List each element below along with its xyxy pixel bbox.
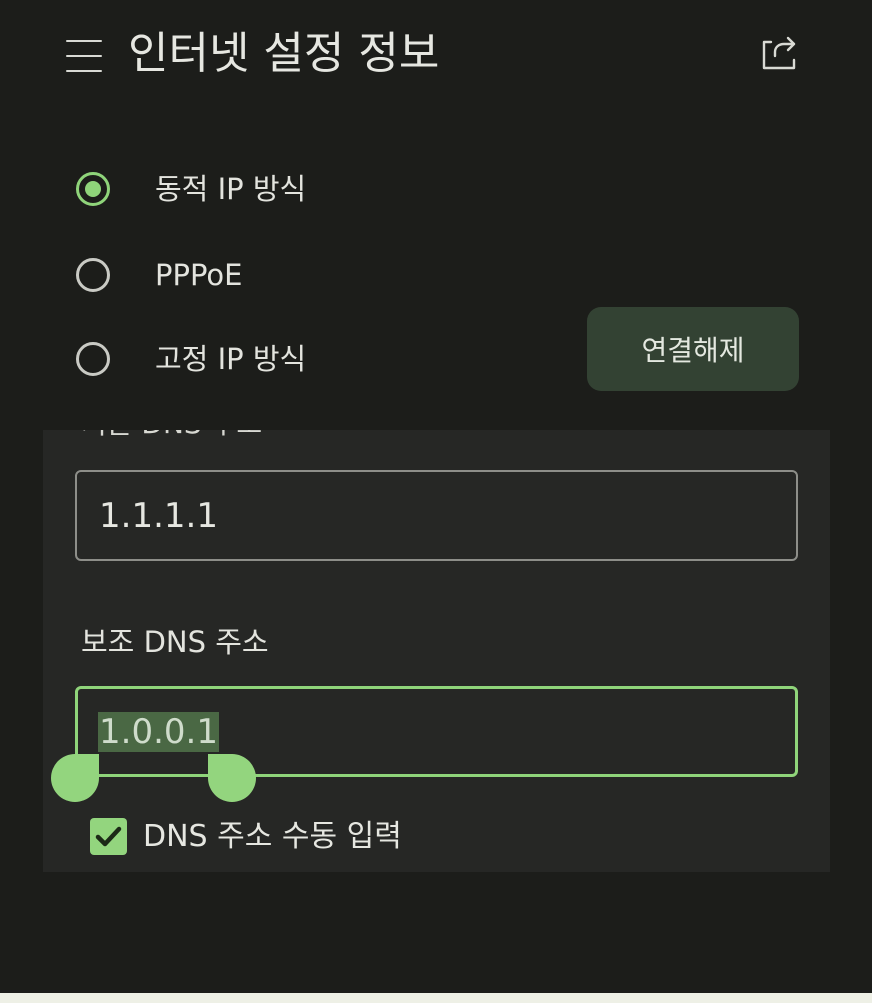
- checkmark-icon: [95, 826, 122, 847]
- disconnect-button[interactable]: 연결해제: [587, 307, 799, 391]
- radio-button[interactable]: [76, 258, 110, 292]
- radio-button[interactable]: [76, 342, 110, 376]
- radio-dynamic-ip[interactable]: 동적 IP 방식: [0, 162, 580, 222]
- radio-label: 고정 IP 방식: [155, 342, 307, 376]
- radio-pppoe[interactable]: PPPoE: [0, 248, 580, 308]
- radio-label: 동적 IP 방식: [155, 172, 307, 206]
- radio-label: PPPoE: [155, 258, 243, 292]
- dns-settings-panel: 기본 DNS 주소 1.1.1.1 보조 DNS 주소 1.0.0.1 DNS …: [43, 430, 830, 872]
- primary-dns-label: 기본 DNS 주소: [81, 430, 262, 444]
- bottom-edge-strip: [0, 993, 872, 1003]
- manual-dns-label[interactable]: DNS 주소 수동 입력: [143, 813, 402, 861]
- selection-end-handle[interactable]: [208, 754, 256, 802]
- primary-dns-input[interactable]: 1.1.1.1: [75, 470, 798, 561]
- primary-dns-value: 1.1.1.1: [99, 496, 218, 536]
- manual-dns-checkbox[interactable]: [90, 818, 127, 855]
- radio-static-ip[interactable]: 고정 IP 방식: [0, 332, 580, 392]
- hamburger-menu-icon[interactable]: [64, 38, 104, 74]
- page-title: 인터넷 설정 정보: [128, 28, 440, 79]
- secondary-dns-value: 1.0.0.1: [98, 712, 219, 752]
- share-icon[interactable]: [758, 32, 800, 74]
- app-header: 인터넷 설정 정보: [0, 0, 872, 110]
- selection-start-handle[interactable]: [51, 754, 99, 802]
- secondary-dns-label: 보조 DNS 주소: [81, 625, 269, 659]
- radio-button-checked[interactable]: [76, 172, 110, 206]
- secondary-dns-input[interactable]: 1.0.0.1: [75, 686, 798, 777]
